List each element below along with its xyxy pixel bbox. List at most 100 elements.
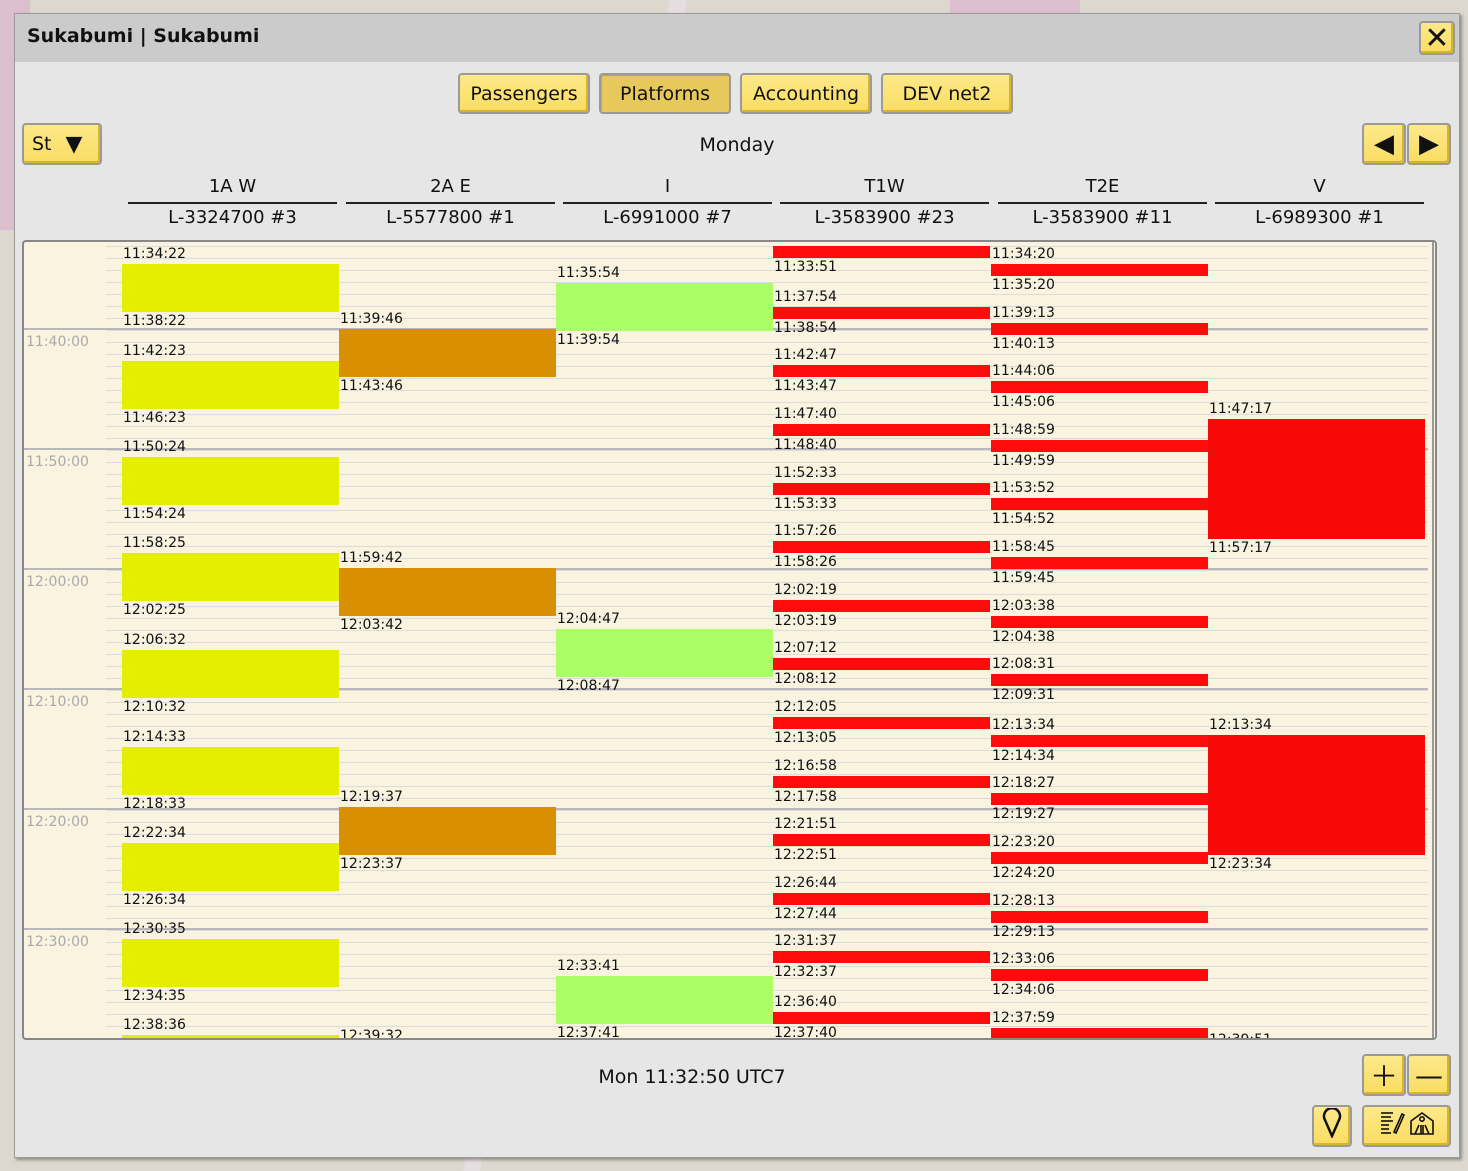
arrival-time-label: 12:02:19 (774, 581, 837, 598)
platform-occupancy-block[interactable] (991, 852, 1208, 864)
grid-line (106, 1038, 1428, 1039)
platform-occupancy-block[interactable] (991, 381, 1208, 394)
departure-time-label: 12:09:31 (992, 687, 1055, 704)
arrival-time-label: 12:16:58 (774, 757, 837, 774)
grid-line (106, 714, 1428, 715)
column-header: T2E L-3583900 #11 (998, 176, 1207, 240)
departure-time-label: 11:48:40 (774, 437, 837, 453)
platform-occupancy-block[interactable] (122, 264, 339, 313)
departure-time-label: 12:23:37 (340, 856, 403, 873)
platform-occupancy-block[interactable] (773, 892, 990, 905)
platform-occupancy-block[interactable] (773, 775, 990, 788)
close-x-icon: ✕ (1424, 20, 1450, 56)
platform-occupancy-block[interactable] (122, 939, 339, 987)
platform-occupancy-block[interactable] (991, 969, 1208, 982)
platform-occupancy-block[interactable] (991, 264, 1208, 276)
platform-occupancy-block[interactable] (773, 306, 990, 319)
platform-occupancy-block[interactable] (991, 910, 1208, 923)
platform-occupancy-block[interactable] (122, 1035, 339, 1038)
platform-schedule[interactable]: 11:40:00 11:50:00 12:00:00 12:10:00 12:20:00… (22, 240, 1437, 1040)
platform-occupancy-block[interactable] (773, 834, 990, 847)
line-name[interactable]: L-6989300 #1 (1215, 207, 1424, 228)
platform-occupancy-block[interactable] (991, 674, 1208, 687)
platform-occupancy-block[interactable] (773, 599, 990, 612)
grid-line (106, 342, 1428, 343)
zoom-out-button[interactable]: — (1407, 1054, 1451, 1096)
platform-occupancy-block[interactable] (556, 629, 773, 678)
window-titlebar[interactable]: Sukabumi | Sukabumi ✕ (15, 14, 1459, 62)
departure-time-label: 11:33:51 (774, 259, 837, 276)
platform-occupancy-block[interactable] (773, 951, 990, 964)
platform-name: 2A E (346, 176, 555, 204)
departure-time-label: 12:37:40 (774, 1025, 837, 1040)
platform-occupancy-block[interactable] (556, 282, 773, 331)
tab-accounting[interactable]: Accounting (740, 73, 872, 114)
platform-occupancy-block[interactable] (773, 717, 990, 729)
tab-passengers[interactable]: Passengers (458, 73, 590, 114)
minus-icon: — (1415, 1058, 1443, 1092)
platform-occupancy-block[interactable] (773, 365, 990, 378)
platform-occupancy-block[interactable] (339, 807, 556, 856)
platform-occupancy-block[interactable] (122, 360, 339, 409)
line-name[interactable]: L-5577800 #1 (346, 207, 555, 228)
platform-occupancy-block[interactable] (773, 482, 990, 495)
platform-occupancy-block[interactable] (339, 568, 556, 617)
arrival-time-label: 11:42:23 (123, 342, 186, 359)
platform-occupancy-block[interactable] (991, 615, 1208, 628)
arrival-time-label: 12:23:20 (992, 834, 1055, 850)
departure-time-label: 11:38:54 (774, 319, 837, 336)
platform-occupancy-block[interactable] (339, 329, 556, 378)
arrival-time-label: 11:34:22 (123, 246, 186, 263)
departure-time-label: 12:32:37 (774, 964, 837, 981)
platform-occupancy-block[interactable] (991, 557, 1208, 569)
departure-time-label: 12:34:35 (123, 988, 186, 1004)
arrival-time-label: 12:19:37 (340, 789, 403, 806)
platform-occupancy-block[interactable] (1208, 734, 1425, 855)
schedule-scrollbar[interactable] (1432, 242, 1435, 1038)
line-name[interactable]: L-3583900 #23 (780, 207, 989, 228)
platform-occupancy-block[interactable] (773, 541, 990, 554)
platform-occupancy-block[interactable] (1208, 419, 1425, 540)
arrival-time-label: 11:34:20 (992, 246, 1055, 262)
schedule-station-button[interactable] (1362, 1105, 1451, 1147)
platform-occupancy-block[interactable] (122, 746, 339, 795)
line-name[interactable]: L-3324700 #3 (128, 207, 337, 228)
platform-occupancy-block[interactable] (991, 734, 1208, 747)
previous-day-button[interactable]: ◀ (1362, 123, 1406, 165)
platform-occupancy-block[interactable] (122, 650, 339, 699)
tab-platforms[interactable]: Platforms (599, 73, 731, 114)
major-grid-line (24, 928, 1428, 930)
platform-occupancy-block[interactable] (991, 498, 1208, 511)
platform-occupancy-block[interactable] (773, 246, 990, 259)
departure-time-label: 11:40:13 (992, 335, 1055, 352)
platform-occupancy-block[interactable] (556, 976, 773, 1025)
line-name[interactable]: L-6991000 #7 (563, 207, 772, 228)
arrival-time-label: 12:31:37 (774, 933, 837, 950)
next-day-button[interactable]: ▶ (1407, 123, 1451, 165)
arrival-time-label: 12:22:34 (123, 824, 186, 841)
platform-occupancy-block[interactable] (773, 658, 990, 671)
grid-line (106, 906, 1428, 907)
platform-occupancy-block[interactable] (991, 1027, 1208, 1038)
platform-occupancy-block[interactable] (991, 439, 1208, 452)
map-background-area (950, 0, 1080, 14)
locate-button[interactable] (1312, 1105, 1352, 1147)
tab-dev-net2[interactable]: DEV net2 (881, 73, 1013, 114)
line-name[interactable]: L-3583900 #11 (998, 207, 1207, 228)
zoom-in-button[interactable]: ＋ (1362, 1054, 1406, 1096)
platform-occupancy-block[interactable] (991, 793, 1208, 806)
departure-time-label: 12:02:25 (123, 602, 186, 618)
platform-occupancy-block[interactable] (122, 553, 339, 601)
departure-time-label: 12:34:06 (992, 982, 1055, 999)
column-header: I L-6991000 #7 (563, 176, 772, 240)
column-header: V L-6989300 #1 (1215, 176, 1424, 240)
arrival-time-label: 12:26:44 (774, 874, 837, 891)
day-label: Monday (699, 134, 775, 156)
platform-occupancy-block[interactable] (122, 842, 339, 891)
platform-occupancy-block[interactable] (773, 424, 990, 436)
close-button[interactable]: ✕ (1419, 20, 1455, 56)
platform-occupancy-block[interactable] (991, 322, 1208, 335)
platform-occupancy-block[interactable] (122, 456, 339, 505)
platform-occupancy-block[interactable] (773, 1012, 990, 1024)
departure-time-label: 12:19:27 (992, 806, 1055, 823)
